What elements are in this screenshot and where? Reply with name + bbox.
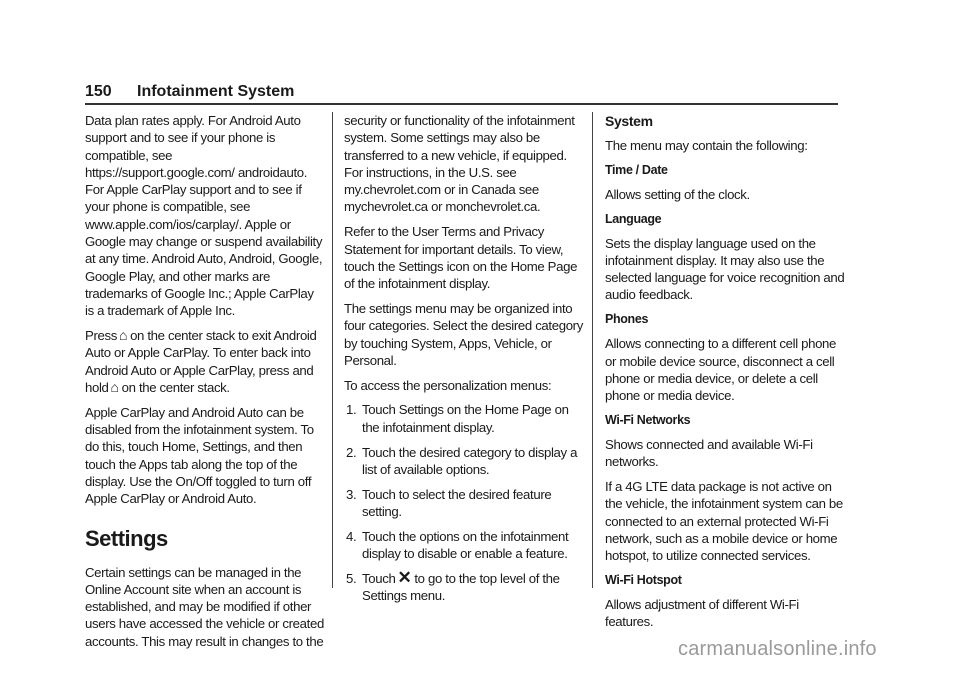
paragraph: Certain settings can be managed in the O… bbox=[85, 564, 324, 649]
item-title: Wi-Fi Networks bbox=[605, 412, 691, 427]
paragraph: Shows connected and available Wi-Fi netw… bbox=[605, 436, 813, 470]
paragraph: Press ⌂ on the center stack to exit Androi… bbox=[85, 327, 317, 395]
steps-list: 1. Touch Settings on the Home Page on the… bbox=[344, 401, 584, 604]
list-item: 3. Touch to select the desired feature se… bbox=[346, 486, 552, 519]
column-2: security or functionality of the infotai… bbox=[344, 112, 584, 612]
column-divider bbox=[332, 112, 333, 588]
list-item: 1. Touch Settings on the Home Page on the… bbox=[346, 402, 569, 435]
paragraph: The menu may contain the following: bbox=[605, 138, 808, 153]
list-item: 4. Touch the options on the infotainment … bbox=[346, 528, 569, 562]
column-1: Data plan rates apply. For Android Auto … bbox=[85, 112, 325, 658]
watermark-link[interactable]: carmanualsonline.info bbox=[678, 638, 877, 661]
paragraph: To access the personalization menus: bbox=[344, 377, 552, 393]
column-3: System The menu may contain the followin… bbox=[605, 112, 845, 638]
item-title: Phones bbox=[605, 312, 649, 327]
paragraph: Allows adjustment of different Wi-Fi fea… bbox=[605, 597, 799, 630]
page-number: 150 bbox=[85, 83, 112, 100]
paragraph: Allows connecting to a different cell ph… bbox=[605, 336, 837, 404]
home-icon: ⌂ bbox=[110, 378, 119, 395]
paragraph: Apple CarPlay and Android Auto can be di… bbox=[85, 404, 314, 507]
section-title: Infotainment System bbox=[137, 83, 295, 100]
paragraph: The settings menu may be organized into … bbox=[344, 300, 583, 368]
list-item: 2. Touch the desired category to display … bbox=[346, 444, 578, 477]
page-header: 150 Infotainment System bbox=[85, 82, 838, 105]
subsection-heading: System bbox=[605, 113, 653, 129]
column-divider bbox=[592, 112, 593, 588]
paragraph: Allows setting of the clock. bbox=[605, 186, 750, 202]
paragraph: Sets the display language used on the in… bbox=[605, 235, 845, 303]
paragraph: Refer to the User Terms and Privacy Stat… bbox=[344, 224, 578, 292]
list-item: 5. Touch ✕ to go to the top level of the Se… bbox=[346, 567, 560, 604]
item-title: Language bbox=[605, 211, 662, 226]
paragraph: Data plan rates apply. For Android Auto … bbox=[85, 113, 323, 319]
home-icon: ⌂ bbox=[118, 327, 128, 344]
section-heading: Settings bbox=[85, 525, 168, 551]
paragraph: security or functionality of the infotai… bbox=[344, 113, 575, 215]
close-icon: ✕ bbox=[397, 567, 412, 587]
item-title: Wi-Fi Hotspot bbox=[605, 573, 682, 588]
item-title: Time / Date bbox=[605, 162, 668, 177]
paragraph: If a 4G LTE data package is not active o… bbox=[605, 479, 843, 564]
